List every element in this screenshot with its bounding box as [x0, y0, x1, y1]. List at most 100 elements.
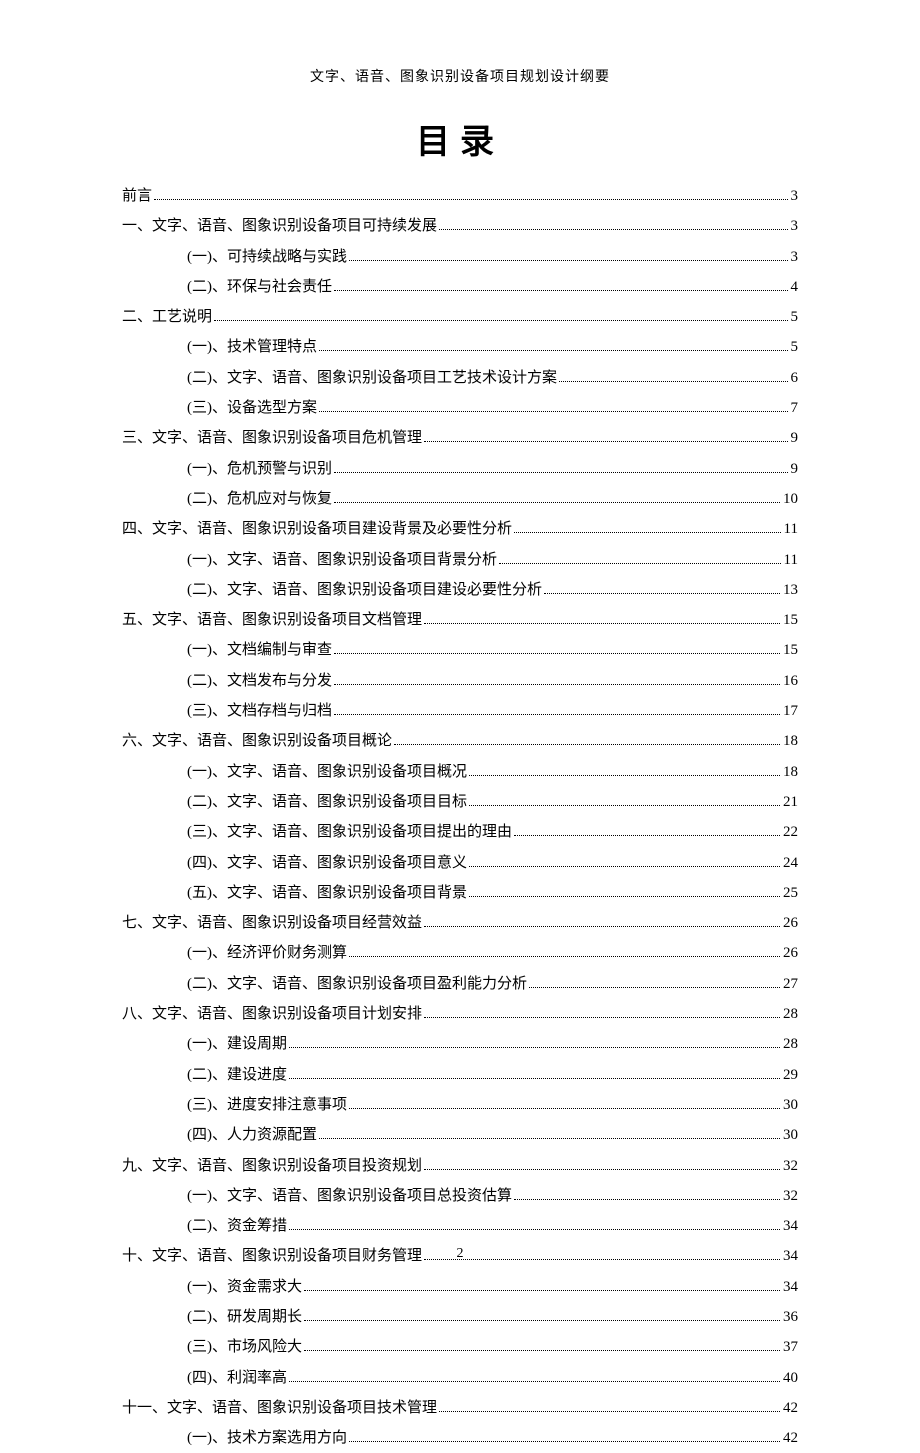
toc-entry-label: (一)、文字、语音、图象识别设备项目背景分析: [187, 545, 497, 575]
toc-leader-dots: [304, 1309, 780, 1321]
toc-entry-label: (三)、市场风险大: [187, 1332, 302, 1362]
toc-leader-dots: [304, 1279, 780, 1291]
toc-entry-label: 一、文字、语音、图象识别设备项目可持续发展: [122, 211, 437, 241]
toc-leader-dots: [439, 1400, 780, 1412]
toc-entry-label: (四)、人力资源配置: [187, 1120, 317, 1150]
toc-entry: (三)、市场风险大 37: [122, 1332, 798, 1362]
toc-leader-dots: [514, 521, 781, 533]
toc-entry-label: (四)、文字、语音、图象识别设备项目意义: [187, 848, 467, 878]
toc-entry: 九、文字、语音、图象识别设备项目投资规划32: [122, 1151, 798, 1181]
toc-entry: 八、文字、语音、图象识别设备项目计划安排28: [122, 999, 798, 1029]
toc-entry-label: (三)、进度安排注意事项: [187, 1090, 347, 1120]
toc-entry-label: 七、文字、语音、图象识别设备项目经营效益: [122, 908, 422, 938]
toc-entry: (四)、人力资源配置30: [122, 1120, 798, 1150]
toc-entry: 七、文字、语音、图象识别设备项目经营效益 26: [122, 908, 798, 938]
toc-leader-dots: [424, 915, 780, 927]
toc-entry: (一)、经济评价财务测算26: [122, 938, 798, 968]
toc-entry-page: 15: [783, 635, 798, 665]
toc-entry-page: 24: [783, 848, 798, 878]
toc-entry-page: 16: [783, 666, 798, 696]
toc-leader-dots: [334, 461, 788, 473]
toc-entry-label: 九、文字、语音、图象识别设备项目投资规划: [122, 1151, 422, 1181]
toc-entry: (一)、建设周期 28: [122, 1029, 798, 1059]
toc-leader-dots: [469, 885, 780, 897]
toc-leader-dots: [304, 1339, 780, 1351]
toc-entry-page: 30: [783, 1090, 798, 1120]
toc-entry-label: (一)、文档编制与审查: [187, 635, 332, 665]
document-header: 文字、语音、图象识别设备项目规划设计纲要: [122, 66, 798, 86]
toc-entry-label: (三)、文字、语音、图象识别设备项目提出的理由: [187, 817, 512, 847]
toc-entry-page: 7: [791, 393, 799, 423]
toc-entry: (三)、设备选型方案 7: [122, 393, 798, 423]
toc-entry-label: (三)、设备选型方案: [187, 393, 317, 423]
toc-entry-page: 34: [783, 1211, 798, 1241]
toc-entry-page: 34: [783, 1272, 798, 1302]
toc-entry: 四、文字、语音、图象识别设备项目建设背景及必要性分析11: [122, 514, 798, 544]
toc-entry-page: 5: [791, 332, 799, 362]
toc-entry-label: 四、文字、语音、图象识别设备项目建设背景及必要性分析: [122, 514, 512, 544]
toc-leader-dots: [334, 673, 780, 685]
toc-entry: 五、文字、语音、图象识别设备项目文档管理15: [122, 605, 798, 635]
toc-entry-label: (一)、可持续战略与实践: [187, 242, 347, 272]
toc-entry-label: (一)、经济评价财务测算: [187, 938, 347, 968]
toc-entry: (三)、文字、语音、图象识别设备项目提出的理由22: [122, 817, 798, 847]
toc-entry: (二)、文字、语音、图象识别设备项目目标21: [122, 787, 798, 817]
toc-entry: (一)、危机预警与识别 9: [122, 454, 798, 484]
toc-entry-label: (一)、建设周期: [187, 1029, 287, 1059]
toc-leader-dots: [559, 370, 788, 382]
toc-entry-page: 28: [783, 1029, 798, 1059]
toc-leader-dots: [394, 733, 780, 745]
toc-leader-dots: [334, 279, 788, 291]
toc-entry-page: 10: [783, 484, 798, 514]
toc-entry-label: 二、工艺说明: [122, 302, 212, 332]
toc-entry-page: 42: [783, 1393, 798, 1423]
toc-leader-dots: [439, 218, 787, 230]
toc-entry-page: 5: [791, 302, 799, 332]
toc-leader-dots: [514, 1188, 780, 1200]
toc-leader-dots: [424, 612, 780, 624]
toc-entry-page: 37: [783, 1332, 798, 1362]
toc-entry-label: (二)、环保与社会责任: [187, 272, 332, 302]
toc-entry: (五)、文字、语音、图象识别设备项目背景25: [122, 878, 798, 908]
toc-entry: 六、文字、语音、图象识别设备项目概论18: [122, 726, 798, 756]
toc-entry-label: 三、文字、语音、图象识别设备项目危机管理: [122, 423, 422, 453]
toc-entry-label: (一)、危机预警与识别: [187, 454, 332, 484]
toc-entry: (一)、文字、语音、图象识别设备项目背景分析 11: [122, 545, 798, 575]
toc-entry: (三)、文档存档与归档17: [122, 696, 798, 726]
toc-entry-page: 9: [791, 454, 799, 484]
toc-entry-page: 13: [783, 575, 798, 605]
toc-entry-label: (二)、研发周期长: [187, 1302, 302, 1332]
toc-entry-page: 32: [783, 1181, 798, 1211]
toc-entry-page: 4: [791, 272, 799, 302]
toc-entry-page: 26: [783, 908, 798, 938]
toc-entry: (二)、危机应对与恢复10: [122, 484, 798, 514]
toc-entry-label: (五)、文字、语音、图象识别设备项目背景: [187, 878, 467, 908]
toc-entry-page: 21: [783, 787, 798, 817]
toc-entry-label: (一)、技术管理特点: [187, 332, 317, 362]
toc-leader-dots: [499, 552, 781, 564]
toc-entry-page: 17: [783, 696, 798, 726]
toc-entry: (一)、技术方案选用方向42: [122, 1423, 798, 1453]
toc-entry-page: 15: [783, 605, 798, 635]
toc-leader-dots: [289, 1067, 780, 1079]
toc-entry-page: 27: [783, 969, 798, 999]
toc-entry: (三)、进度安排注意事项 30: [122, 1090, 798, 1120]
toc-leader-dots: [289, 1218, 780, 1230]
toc-entry: (一)、文字、语音、图象识别设备项目总投资估算32: [122, 1181, 798, 1211]
toc-title: 目录: [122, 114, 798, 163]
toc-leader-dots: [349, 249, 788, 261]
toc-entry-page: 29: [783, 1060, 798, 1090]
toc-leader-dots: [469, 764, 780, 776]
toc-entry: 三、文字、语音、图象识别设备项目危机管理9: [122, 423, 798, 453]
toc-entry: (二)、资金筹措34: [122, 1211, 798, 1241]
toc-entry-label: (二)、文字、语音、图象识别设备项目盈利能力分析: [187, 969, 527, 999]
toc-entry-page: 11: [784, 545, 798, 575]
toc-entry-label: (二)、文字、语音、图象识别设备项目工艺技术设计方案: [187, 363, 557, 393]
toc-entry: 二、工艺说明 5: [122, 302, 798, 332]
toc-leader-dots: [334, 642, 780, 654]
toc-entry-page: 3: [791, 242, 799, 272]
toc-entry-label: (二)、建设进度: [187, 1060, 287, 1090]
toc-entry-page: 42: [783, 1423, 798, 1453]
toc-entry: (四)、文字、语音、图象识别设备项目意义 24: [122, 848, 798, 878]
toc-entry-label: 十一、文字、语音、图象识别设备项目技术管理: [122, 1393, 437, 1423]
